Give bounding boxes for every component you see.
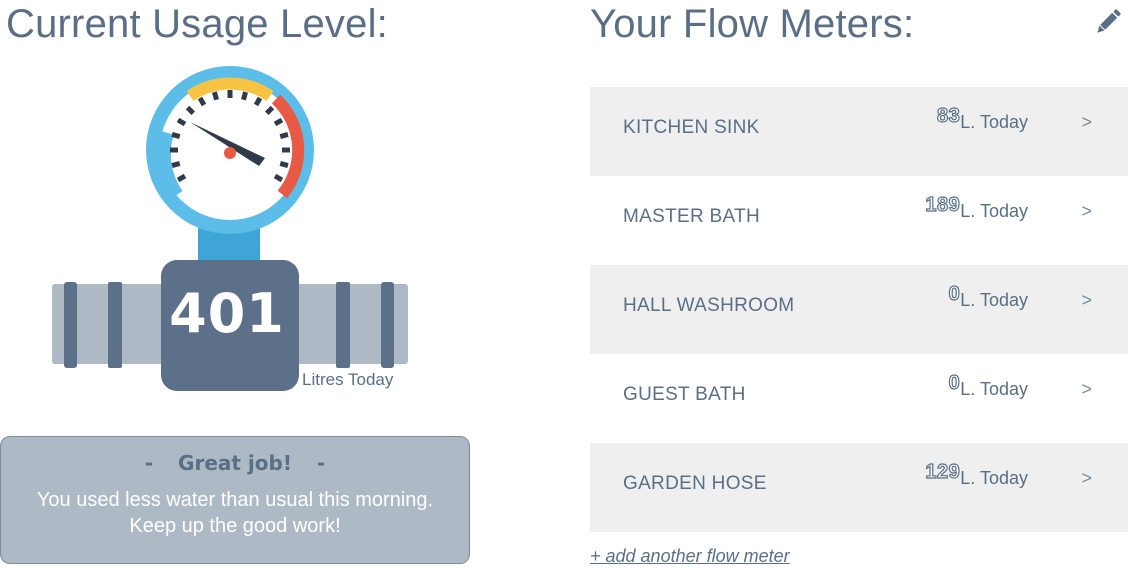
feedback-card: - Great job! - You used less water than … xyxy=(0,436,470,564)
pencil-icon[interactable] xyxy=(1092,6,1124,38)
usage-unit-label: Litres Today xyxy=(302,370,394,389)
feedback-line-1: You used less water than usual this morn… xyxy=(36,489,434,511)
meter-name: GARDEN HOSE xyxy=(623,473,767,494)
gauge-tick xyxy=(241,91,248,101)
gauge-tick xyxy=(176,173,187,183)
meter-value: 0 xyxy=(948,371,961,394)
gauge-tick xyxy=(176,117,187,127)
heading-dash-right: - xyxy=(316,451,326,475)
meter-value: 189 xyxy=(925,193,961,216)
usage-total: 401 xyxy=(169,282,285,345)
meter-name: GUEST BATH xyxy=(623,384,746,405)
meter-unit: L. Today xyxy=(960,112,1028,132)
feedback-heading-text: Great job! xyxy=(178,451,292,475)
meter-unit: L. Today xyxy=(960,468,1028,488)
meter-reading: 0L. Today xyxy=(948,282,1028,312)
meter-unit: L. Today xyxy=(960,290,1028,310)
flow-meters-title: Your Flow Meters: xyxy=(590,2,915,46)
meter-row-guest-bath[interactable]: GUEST BATH 0L. Today > xyxy=(590,354,1128,443)
meter-unit: L. Today xyxy=(960,201,1028,221)
gauge-tick xyxy=(171,132,181,139)
meter-row-garden-hose[interactable]: GARDEN HOSE 129L. Today > xyxy=(590,443,1128,532)
feedback-body: You used less water than usual this morn… xyxy=(1,487,469,539)
chevron-right-icon[interactable]: > xyxy=(1081,112,1092,133)
gauge-tick xyxy=(171,161,181,168)
feedback-line-2: Keep up the good work! xyxy=(129,515,341,537)
chevron-right-icon[interactable]: > xyxy=(1081,468,1092,489)
feedback-heading: - Great job! - xyxy=(1,451,469,475)
gauge-tick xyxy=(212,91,219,101)
gauge-tick xyxy=(279,132,289,139)
add-flow-meter-link[interactable]: + add another flow meter xyxy=(590,546,790,567)
meter-row-kitchen-sink[interactable]: KITCHEN SINK 83L. Today > xyxy=(590,87,1128,176)
chevron-right-icon[interactable]: > xyxy=(1081,201,1092,222)
meter-row-hall-washroom[interactable]: HALL WASHROOM 0L. Today > xyxy=(590,265,1128,354)
meter-reading: 189L. Today xyxy=(925,193,1028,223)
chevron-right-icon[interactable]: > xyxy=(1081,379,1092,400)
meter-value: 83 xyxy=(936,104,961,127)
meter-name: HALL WASHROOM xyxy=(623,295,795,316)
gauge-tick xyxy=(273,117,284,127)
meter-name: MASTER BATH xyxy=(623,206,761,227)
gauge-tick xyxy=(273,173,284,183)
meter-row-master-bath[interactable]: MASTER BATH 189L. Today > xyxy=(590,176,1128,265)
gauge-tick xyxy=(253,96,263,107)
meter-reading: 0L. Today xyxy=(948,371,1028,401)
usage-gauge: 401 Litres Today xyxy=(40,66,420,406)
gauge-tick xyxy=(279,161,289,168)
meter-unit: L. Today xyxy=(960,379,1028,399)
gauge-tick xyxy=(197,96,207,107)
meter-value: 0 xyxy=(948,282,961,305)
meter-reading: 129L. Today xyxy=(925,460,1028,490)
meter-name: KITCHEN SINK xyxy=(623,117,760,138)
meter-reading: 83L. Today xyxy=(936,104,1028,134)
meter-value: 129 xyxy=(925,460,961,483)
chevron-right-icon[interactable]: > xyxy=(1081,290,1092,311)
usage-title: Current Usage Level: xyxy=(6,2,388,46)
flow-meter-list: KITCHEN SINK 83L. Today > MASTER BATH 18… xyxy=(590,87,1128,532)
heading-dash-left: - xyxy=(144,451,154,475)
